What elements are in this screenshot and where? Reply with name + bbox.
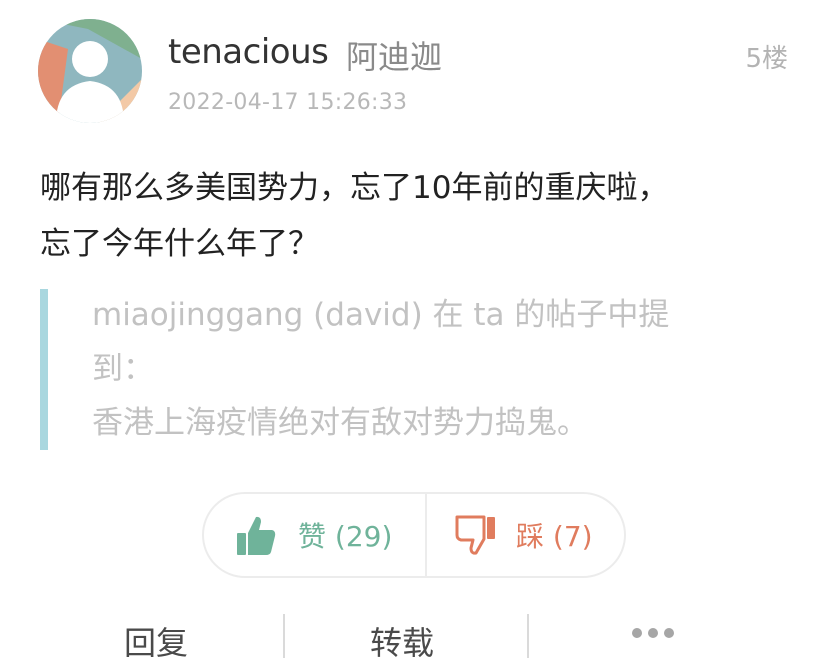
dot [664,628,674,638]
quote-line: miaojinggang (david) 在 ta 的帖子中提 [92,297,670,333]
action-bar: 回复 转载 [0,612,828,662]
ellipsis-icon[interactable] [632,628,674,638]
reply-button[interactable]: 回复 [124,618,188,664]
floor-number: 5楼 [745,44,788,74]
action-divider [527,614,529,658]
dislike-label: 踩 (7) [516,520,593,553]
post-content-line: 忘了今年什么年了？ [40,226,319,262]
dot [632,628,642,638]
quote-line: 香港上海疫情绝对有敌对势力捣鬼。 [92,405,588,441]
thumbs-up-icon [237,516,276,555]
vote-box: 赞 (29) 踩 (7) [202,492,626,578]
action-divider [283,614,285,658]
vote-divider [425,494,427,576]
post-content-line: 哪有那么多美国势力，忘了10年前的重庆啦， [40,170,669,206]
post-content: 哪有那么多美国势力，忘了10年前的重庆啦， 忘了今年什么年了？ [40,160,800,272]
default-user-avatar-icon [38,19,142,123]
dislike-button[interactable]: 踩 (7) [454,512,593,558]
dot [648,628,658,638]
nickname: 阿迪迦 [346,38,443,76]
quote-line: 到： [92,351,154,387]
post-timestamp: 2022-04-17 15:26:33 [168,90,408,115]
thumbs-down-icon [455,515,495,555]
repost-button[interactable]: 转载 [370,618,434,664]
like-button[interactable]: 赞 (29) [234,512,392,558]
like-label: 赞 (29) [298,520,393,553]
user-avatar[interactable] [38,19,142,123]
quoted-post: miaojinggang (david) 在 ta 的帖子中提 到： 香港上海疫… [40,289,740,450]
username[interactable]: tenacious [168,32,329,72]
